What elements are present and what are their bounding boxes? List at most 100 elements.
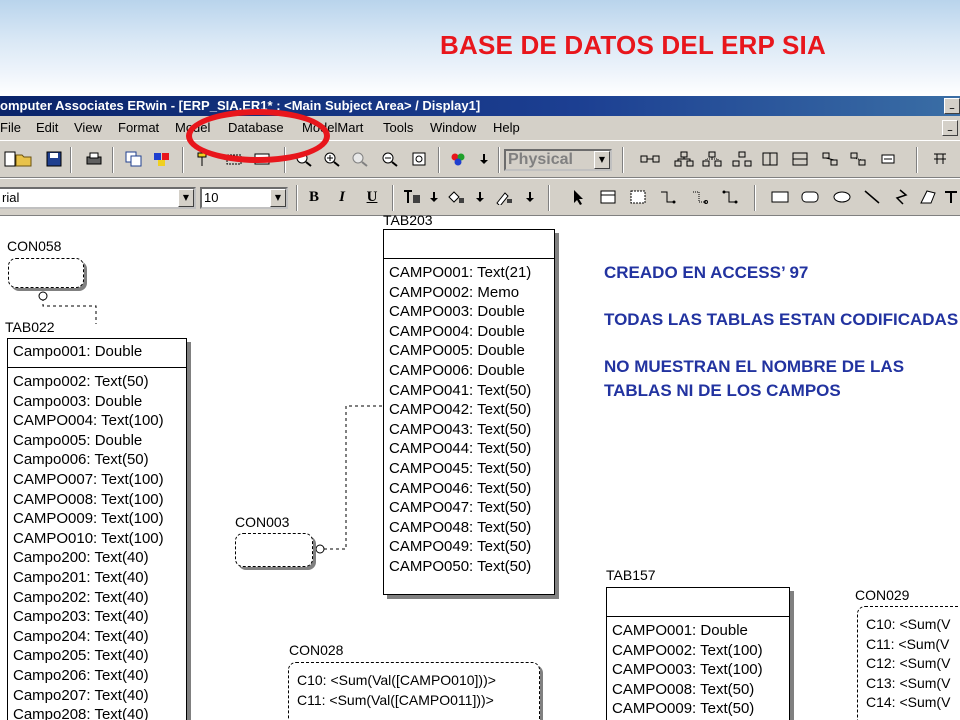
copy-icon[interactable] — [124, 149, 144, 169]
ellipse-tool-icon[interactable] — [832, 187, 852, 207]
view-box-con003[interactable] — [235, 533, 313, 567]
attribute: Campo002: Text(50) — [13, 373, 149, 390]
attribute-list: C10: <Sum(Val([CAMPO010]))> C11: <Sum(Va… — [289, 663, 539, 710]
attribute: CAMPO043: Text(50) — [389, 420, 532, 438]
attribute: CAMPO005: Double — [389, 342, 525, 360]
menu-view[interactable]: View — [74, 116, 102, 140]
color-palette-icon[interactable] — [152, 149, 172, 169]
font-name-select[interactable]: rial ▼ — [0, 187, 196, 209]
hierarchy-dashed-icon[interactable] — [702, 149, 722, 169]
zoom-reset-icon[interactable] — [380, 149, 400, 169]
view-label: CON029 — [855, 587, 910, 603]
attribute: Campo003: Double — [13, 392, 143, 410]
attribute: Campo206: Text(40) — [13, 666, 149, 684]
view-label: CON028 — [289, 642, 344, 658]
view-mode-select[interactable]: Physical ▼ — [504, 149, 612, 171]
table-label: TAB203 — [383, 212, 433, 228]
chevron-down-icon[interactable]: ▼ — [594, 151, 610, 169]
zoom-fit-icon[interactable] — [350, 149, 370, 169]
menu-help[interactable]: Help — [493, 116, 520, 140]
note-icon[interactable] — [878, 149, 898, 169]
view-box-con058[interactable] — [8, 258, 84, 288]
chevron-down-icon[interactable]: ▼ — [270, 189, 286, 207]
attribute: CAMPO008: Text(50) — [612, 680, 755, 698]
pointer-icon[interactable] — [568, 187, 588, 207]
save-icon[interactable] — [44, 149, 64, 169]
menu-file[interactable]: File — [0, 116, 21, 140]
menu-edit[interactable]: Edit — [36, 116, 58, 140]
table-tab157[interactable]: CAMPO001: Double CAMPO002: Text(100) CAM… — [606, 587, 790, 720]
primary-key-field — [607, 588, 789, 617]
polygon-tool-icon[interactable] — [918, 187, 938, 207]
note-codified: TODAS LAS TABLAS ESTAN CODIFICADAS — [604, 310, 959, 329]
non-identifying-rel-icon[interactable] — [690, 187, 710, 207]
font-name-value: rial — [2, 190, 20, 205]
view-label: CON058 — [7, 238, 62, 254]
underline-button[interactable]: U — [362, 187, 382, 207]
attribute: CAMPO042: Text(50) — [389, 401, 532, 419]
doc-minimize-icon[interactable]: _ — [942, 120, 958, 136]
slide-title: BASE DE DATOS DEL ERP SIA — [440, 30, 826, 60]
chevron-down-icon[interactable]: ▼ — [178, 189, 194, 207]
rows-icon[interactable] — [790, 149, 810, 169]
print-icon[interactable] — [84, 149, 104, 169]
dropdown-arrow-icon[interactable] — [474, 149, 494, 169]
fill-color-arrow-icon[interactable] — [470, 187, 490, 207]
menu-window[interactable]: Window — [430, 116, 476, 140]
identifying-rel-icon[interactable] — [658, 187, 678, 207]
primary-key-field — [384, 230, 554, 259]
view-box-con028[interactable]: C10: <Sum(Val([CAMPO010]))> C11: <Sum(Va… — [288, 662, 540, 720]
highlight-ellipse — [186, 109, 330, 163]
text-color-arrow-icon[interactable] — [424, 187, 444, 207]
line-color-icon[interactable] — [494, 187, 514, 207]
attribute-list: CAMPO001: Text(21) CAMPO002: Memo CAMPO0… — [384, 259, 554, 577]
attribute: C12: <Sum(V — [866, 655, 951, 672]
minimize-icon[interactable]: _ — [944, 98, 960, 114]
polyline-tool-icon[interactable] — [890, 187, 910, 207]
rounded-rect-tool-icon[interactable] — [800, 187, 820, 207]
table-tab203[interactable]: CAMPO001: Text(21) CAMPO002: Memo CAMPO0… — [383, 229, 555, 595]
table-tab022[interactable]: Campo001: Double Campo002: Text(50) Camp… — [7, 338, 187, 720]
link-icon[interactable] — [820, 149, 840, 169]
attribute: C10: <Sum(Val([CAMPO010]))> — [297, 672, 496, 688]
many-to-many-rel-icon[interactable] — [720, 187, 740, 207]
view-tool-icon[interactable] — [628, 187, 648, 207]
theme-colors-icon[interactable] — [448, 149, 468, 169]
line-tool-icon[interactable] — [862, 187, 882, 207]
hierarchy-alt-icon[interactable] — [732, 149, 752, 169]
menu-tools[interactable]: Tools — [383, 116, 413, 140]
attribute: CAMPO004: Double — [389, 322, 525, 340]
text-color-icon[interactable] — [402, 187, 422, 207]
entity-tool-icon[interactable] — [598, 187, 618, 207]
attribute: CAMPO044: Text(50) — [389, 440, 532, 458]
note-access: CREADO EN ACCESS’ 97 — [604, 263, 809, 282]
attribute: CAMPO002: Text(100) — [612, 641, 763, 659]
attribute: Campo203: Text(40) — [13, 608, 149, 626]
rectangle-tool-icon[interactable] — [770, 187, 790, 207]
bold-button[interactable]: B — [304, 187, 324, 207]
hierarchy-icon[interactable] — [674, 149, 694, 169]
font-size-select[interactable]: 10 ▼ — [200, 187, 288, 209]
line-color-arrow-icon[interactable] — [520, 187, 540, 207]
attribute: C14: <Sum(V — [866, 694, 951, 711]
attribute: CAMPO047: Text(50) — [389, 499, 532, 517]
fill-color-icon[interactable] — [446, 187, 466, 207]
attribute: CAMPO007: Text(100) — [13, 470, 164, 488]
relationship-icon[interactable] — [640, 149, 660, 169]
open-folder-icon[interactable] — [14, 149, 34, 169]
attribute: Campo208: Text(40) — [13, 706, 149, 720]
attribute: CAMPO009: Text(50) — [612, 700, 755, 718]
attribute: CAMPO003: Text(100) — [612, 661, 763, 679]
attribute: Campo006: Text(50) — [13, 451, 149, 469]
link-dashed-icon[interactable] — [848, 149, 868, 169]
zoom-out-icon[interactable] — [322, 149, 342, 169]
view-label: CON003 — [235, 514, 290, 530]
italic-button[interactable]: I — [332, 187, 352, 207]
table-grid-icon[interactable] — [930, 149, 950, 169]
menu-format[interactable]: Format — [118, 116, 159, 140]
attribute: C11: <Sum(V — [866, 635, 950, 652]
zoom-area-icon[interactable] — [410, 149, 430, 169]
columns-icon[interactable] — [760, 149, 780, 169]
text-tool-icon[interactable] — [942, 187, 960, 207]
view-box-con029[interactable]: C10: <Sum(V C11: <Sum(V C12: <Sum(V C13:… — [857, 606, 960, 720]
